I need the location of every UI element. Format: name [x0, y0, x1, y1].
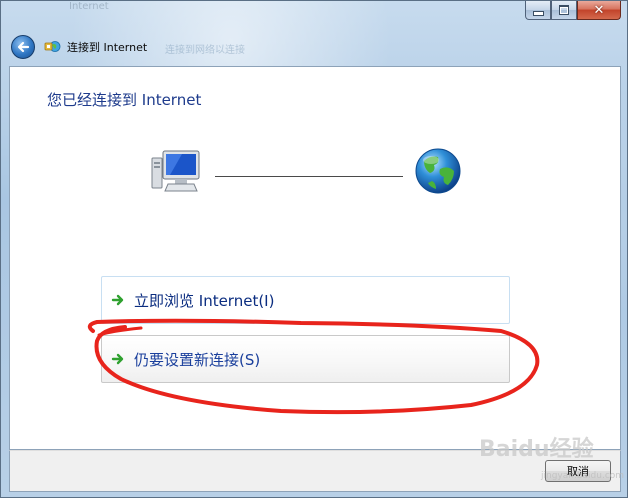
back-arrow-icon — [17, 41, 30, 53]
browse-internet-label: 立即浏览 Internet(I) — [134, 292, 275, 310]
baidu-watermark: Baidu经验 — [479, 437, 594, 462]
connection-line — [215, 176, 403, 177]
page-title: 您已经连接到 Internet — [47, 91, 202, 109]
background-window-subtitle: 连接到网络以连接 — [165, 45, 245, 56]
background-window-title: Internet — [69, 1, 109, 12]
minimize-icon — [532, 10, 544, 16]
close-icon: ✕ — [593, 2, 605, 18]
window-frame: Internet ✕ 连接到 Internet 连接到网络以连接 您已经连接到 … — [0, 0, 628, 498]
green-arrow-icon — [111, 353, 124, 365]
back-button[interactable] — [11, 35, 35, 59]
content-panel: 您已经连接到 Internet 立即浏览 Internet(I) 仍要设置新连接… — [9, 66, 621, 450]
close-button[interactable]: ✕ — [577, 1, 621, 20]
browse-internet-option[interactable]: 立即浏览 Internet(I) — [101, 276, 510, 324]
green-arrow-icon — [111, 294, 124, 306]
maximize-button[interactable] — [551, 1, 577, 20]
maximize-icon — [559, 5, 569, 15]
network-connection-icon — [44, 41, 61, 52]
setup-new-connection-option[interactable]: 仍要设置新连接(S) — [101, 335, 510, 383]
minimize-button[interactable] — [525, 1, 551, 20]
window-title: 连接到 Internet — [67, 41, 148, 54]
globe-icon — [415, 148, 461, 194]
caption-buttons: ✕ — [525, 1, 621, 21]
setup-new-connection-label: 仍要设置新连接(S) — [134, 351, 261, 369]
baidu-watermark-url: jingyan.baidu.com — [541, 471, 625, 481]
computer-icon — [151, 150, 200, 192]
